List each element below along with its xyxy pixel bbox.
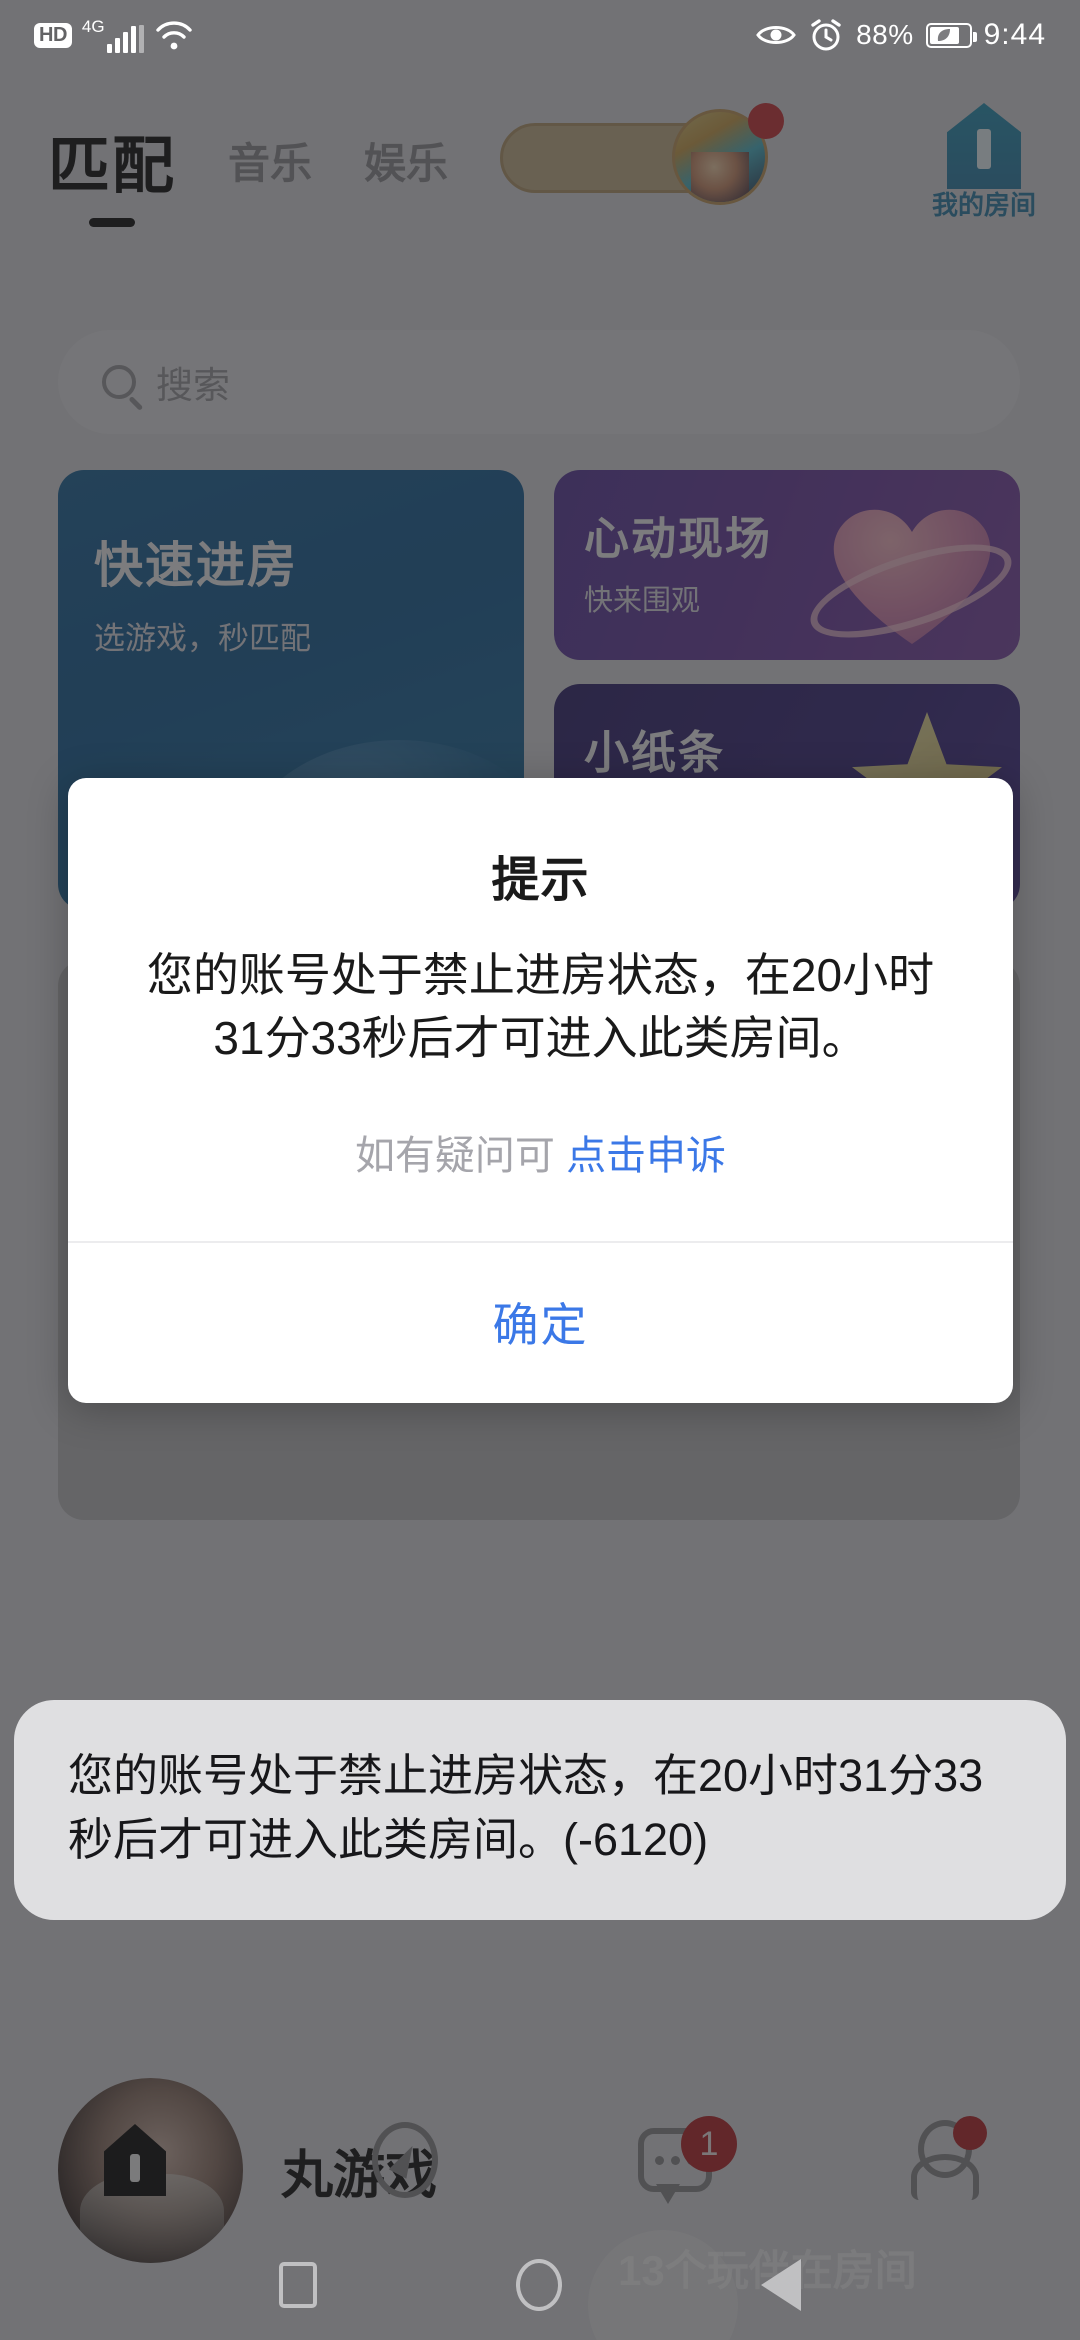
dialog-message: 您的账号处于禁止进房状态，在20小时31分33秒后才可进入此类房间。 <box>146 949 935 1065</box>
phone-screen: 匹配 音乐 娱乐 我的房间 搜索 快速进房 选游戏，秒匹配 <box>0 0 1080 2340</box>
hd-icon: HD <box>34 22 72 48</box>
dialog-title: 提示 <box>491 854 590 907</box>
back-triangle-icon[interactable] <box>760 2259 801 2311</box>
signal-bars-icon: 4G <box>82 18 144 53</box>
eye-comfort-icon <box>756 26 796 44</box>
alert-dialog: 提示 您的账号处于禁止进房状态，在20小时31分33秒后才可进入此类房间。 如有… <box>68 778 1013 1403</box>
appeal-link[interactable]: 点击申诉 <box>566 1134 726 1178</box>
recents-square-icon[interactable] <box>279 2262 318 2308</box>
network-type-label: 4G <box>81 16 105 36</box>
alarm-clock-icon <box>811 19 841 51</box>
home-circle-icon[interactable] <box>515 2259 562 2311</box>
wifi-icon <box>155 21 192 50</box>
dialog-appeal-row: 如有疑问可 点击申诉 <box>68 1071 1013 1241</box>
battery-saver-icon <box>925 22 977 48</box>
appeal-prefix-label: 如有疑问可 <box>354 1133 555 1178</box>
toast: 您的账号处于禁止进房状态，在20小时31分33秒后才可进入此类房间。(-6120… <box>14 1700 1066 1920</box>
leaf-icon <box>938 29 951 41</box>
toast-message: 您的账号处于禁止进房状态，在20小时31分33秒后才可进入此类房间。(-6120… <box>68 1750 984 1865</box>
android-navigation-bar <box>0 2230 1080 2340</box>
confirm-button[interactable]: 确定 <box>68 1243 1013 1403</box>
status-bar: HD 4G 88% 9:44 <box>0 0 1080 70</box>
battery-percent-label: 88% <box>856 19 914 50</box>
clock-label: 9:44 <box>983 18 1046 51</box>
